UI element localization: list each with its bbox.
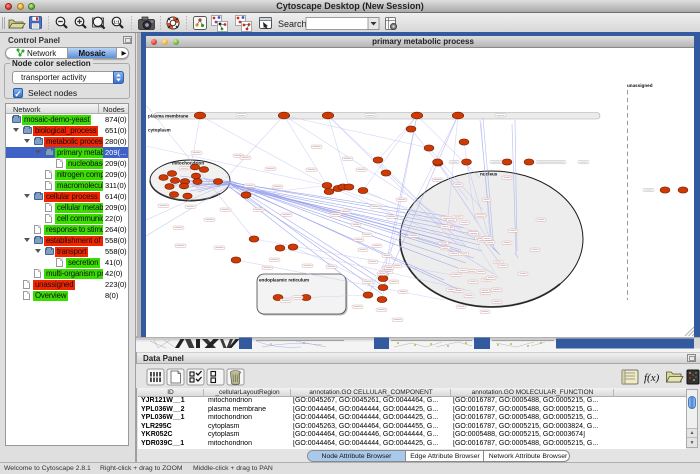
svg-text:Search:: Search: [278, 19, 309, 29]
svg-text:plasma membrane: plasma membrane [148, 113, 189, 118]
svg-text:endoplasmic reticulum: endoplasmic reticulum [259, 278, 309, 283]
svg-text:unassigned: unassigned [627, 83, 653, 88]
svg-text:1:1: 1:1 [113, 19, 120, 24]
svg-text:nucleus: nucleus [480, 172, 498, 177]
svg-text:mitochondrion: mitochondrion [172, 161, 204, 166]
svg-text:f(x): f(x) [644, 372, 660, 384]
